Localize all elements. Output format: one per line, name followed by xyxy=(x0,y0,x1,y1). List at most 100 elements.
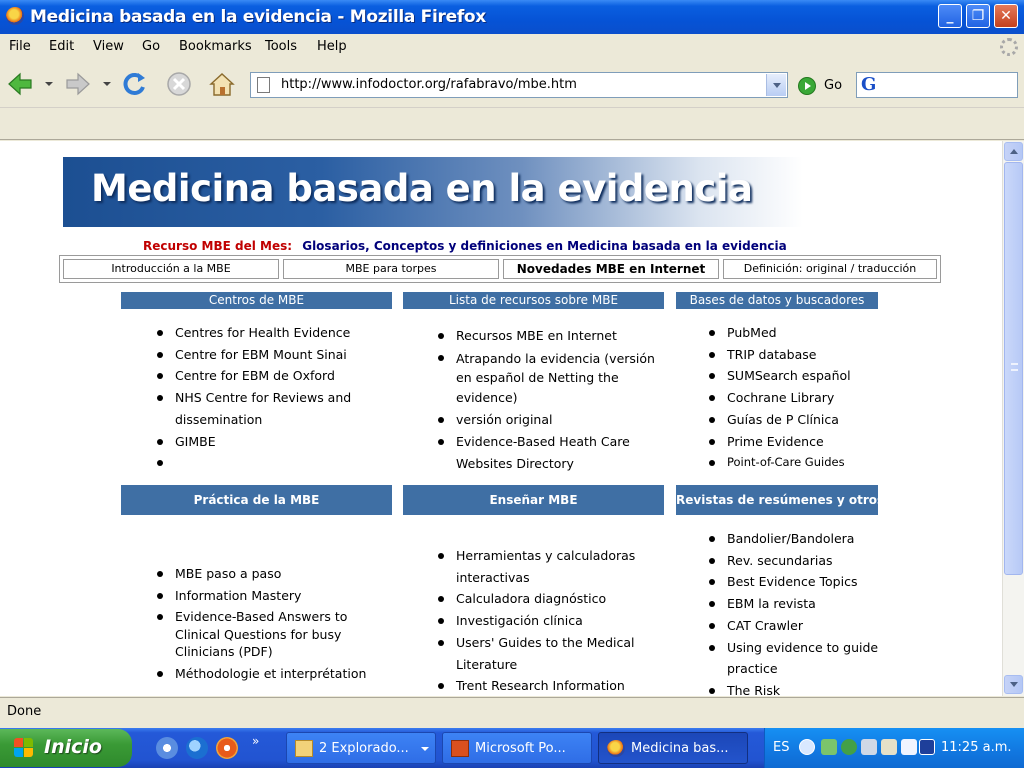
menu-go[interactable]: Go xyxy=(142,39,160,54)
recurso-del-mes: Recurso MBE del Mes: Glosarios, Concepto… xyxy=(143,239,787,253)
firefox-icon[interactable] xyxy=(6,7,24,25)
list-item[interactable]: Centre for EBM Mount Sinai xyxy=(157,344,382,366)
list-item[interactable]: Prime Evidence xyxy=(709,431,879,453)
google-search-icon[interactable]: G xyxy=(861,74,876,95)
display-icon[interactable] xyxy=(881,739,897,755)
internet-explorer-icon[interactable] xyxy=(186,737,208,759)
list-item[interactable]: Atrapando la evidencia (versión en españ… xyxy=(438,347,660,410)
menu-view[interactable]: View xyxy=(93,39,124,54)
home-icon[interactable] xyxy=(208,70,236,98)
maximize-button[interactable]: ❐ xyxy=(966,4,990,28)
list-item[interactable]: Herramientas y calculadoras interactivas xyxy=(438,545,660,588)
close-icon: ✕ xyxy=(1000,8,1012,24)
list-item[interactable]: versión original xyxy=(438,409,660,431)
section-header-recursos: Lista de recursos sobre MBE xyxy=(403,292,664,309)
menu-file[interactable]: File xyxy=(9,39,31,54)
scroll-thumb[interactable] xyxy=(1004,162,1023,575)
minimize-button[interactable]: _ xyxy=(938,4,962,28)
list-item[interactable]: Evidence-Based Answers to Clinical Quest… xyxy=(157,606,382,663)
url-text[interactable]: http://www.infodoctor.org/rafabravo/mbe.… xyxy=(281,77,577,92)
tray-expand-icon[interactable] xyxy=(799,739,815,755)
section-header-bases: Bases de datos y buscadores xyxy=(676,292,878,309)
list-item[interactable]: MBE paso a paso xyxy=(157,563,382,585)
network-icon[interactable] xyxy=(821,739,837,755)
recurso-link[interactable]: Glosarios, Conceptos y definiciones en M… xyxy=(302,239,787,253)
bookmarks-toolbar xyxy=(0,108,1024,140)
list-item[interactable]: Guías de P Clínica xyxy=(709,409,879,431)
task-firefox[interactable]: Medicina bas... xyxy=(598,732,748,764)
list-item[interactable]: SUMSearch español xyxy=(709,365,879,387)
status-text: Done xyxy=(7,704,42,719)
quicklaunch-chevron[interactable]: » xyxy=(252,734,259,748)
start-label: Inicio xyxy=(44,736,102,758)
list-item[interactable]: Rev. secundarias xyxy=(709,550,879,572)
section-header-centros: Centros de MBE xyxy=(121,292,392,309)
reload-icon[interactable] xyxy=(120,70,148,98)
list-item[interactable]: GIMBE xyxy=(157,431,382,453)
task-powerpoint[interactable]: Microsoft Po... xyxy=(442,732,592,764)
page-nav-table: Introducción a la MBE MBE para torpes No… xyxy=(59,255,941,283)
menu-help[interactable]: Help xyxy=(317,39,347,54)
list-item[interactable]: Recursos MBE en Internet xyxy=(438,325,660,347)
back-icon[interactable] xyxy=(6,70,34,98)
search-box[interactable]: G xyxy=(856,72,1018,98)
list-item[interactable]: Information Mastery xyxy=(157,585,382,607)
vertical-scrollbar[interactable] xyxy=(1002,141,1024,696)
scroll-down-button[interactable] xyxy=(1004,675,1023,694)
page-content: Medicina basada en la evidencia Recurso … xyxy=(0,141,1002,696)
list-item[interactable]: Méthodologie et interprétation xyxy=(157,663,382,685)
forward-history-dropdown[interactable] xyxy=(103,82,111,86)
scroll-up-button[interactable] xyxy=(1004,142,1023,161)
list-item[interactable]: EBM la revista xyxy=(709,593,879,615)
list-item[interactable]: Cochrane Library xyxy=(709,387,879,409)
menu-edit[interactable]: Edit xyxy=(49,39,74,54)
list-item[interactable]: Users' Guides to the Medical Literature xyxy=(438,632,660,675)
firefox-icon xyxy=(607,740,625,757)
list-item[interactable]: Trent Research Information xyxy=(438,675,660,696)
list-item[interactable]: Best Evidence Topics xyxy=(709,571,879,593)
list-item[interactable]: Evidence-Based Heath Care Websites Direc… xyxy=(438,431,660,474)
list-item[interactable]: Centres for Health Evidence xyxy=(157,322,382,344)
url-history-dropdown[interactable] xyxy=(766,74,786,96)
list-item[interactable]: Centre for EBM de Oxford xyxy=(157,365,382,387)
list-item[interactable]: Point-of-Care Guides xyxy=(709,452,879,474)
close-button[interactable]: ✕ xyxy=(994,4,1018,28)
minimize-icon: _ xyxy=(946,8,954,24)
list-item[interactable]: Calculadora diagnóstico xyxy=(438,588,660,610)
nav-novedades[interactable]: Novedades MBE en Internet xyxy=(503,259,719,279)
list-item[interactable]: NHS Centre for Reviews and dissemination xyxy=(157,387,382,430)
media-player-icon[interactable] xyxy=(216,737,238,759)
nav-definicion[interactable]: Definición: original / traducción xyxy=(723,259,937,279)
list-item[interactable]: Bandolier/Bandolera xyxy=(709,528,879,550)
task-label: 2 Explorado... xyxy=(319,741,409,756)
list-item[interactable]: TRIP database xyxy=(709,344,879,366)
nav-mbe-para-torpes[interactable]: MBE para torpes xyxy=(283,259,499,279)
task-explorer[interactable]: 2 Explorado... xyxy=(286,732,436,764)
app-tray-icon[interactable] xyxy=(919,739,935,755)
list-item[interactable]: PubMed xyxy=(709,322,879,344)
back-history-dropdown[interactable] xyxy=(45,82,53,86)
messenger-icon[interactable] xyxy=(841,739,857,755)
go-button[interactable]: Go xyxy=(798,75,848,97)
list-item[interactable]: Using evidence to guide practice xyxy=(709,637,879,680)
task-label: Microsoft Po... xyxy=(475,741,566,756)
forward-icon[interactable] xyxy=(64,70,92,98)
clock: 11:25 a.m. xyxy=(941,740,1012,755)
device-icon[interactable] xyxy=(901,739,917,755)
task-label: Medicina bas... xyxy=(631,741,729,756)
list-item[interactable]: Investigación clínica xyxy=(438,610,660,632)
menu-tools[interactable]: Tools xyxy=(265,39,297,54)
url-bar[interactable]: http://www.infodoctor.org/rafabravo/mbe.… xyxy=(250,72,788,98)
list-item[interactable] xyxy=(157,452,382,474)
language-indicator[interactable]: ES xyxy=(773,740,789,755)
menu-bookmarks[interactable]: Bookmarks xyxy=(179,39,252,54)
window-title-bar[interactable]: Medicina basada en la evidencia - Mozill… xyxy=(0,0,1024,34)
system-tray: ES 11:25 a.m. xyxy=(764,728,1024,768)
start-button[interactable]: Inicio xyxy=(0,729,132,767)
show-desktop-icon[interactable] xyxy=(156,737,178,759)
connection-icon[interactable] xyxy=(861,739,877,755)
nav-introduccion[interactable]: Introducción a la MBE xyxy=(63,259,279,279)
list-item[interactable]: The Risk xyxy=(709,680,879,696)
list-item[interactable]: CAT Crawler xyxy=(709,615,879,637)
stop-icon[interactable] xyxy=(165,70,193,98)
